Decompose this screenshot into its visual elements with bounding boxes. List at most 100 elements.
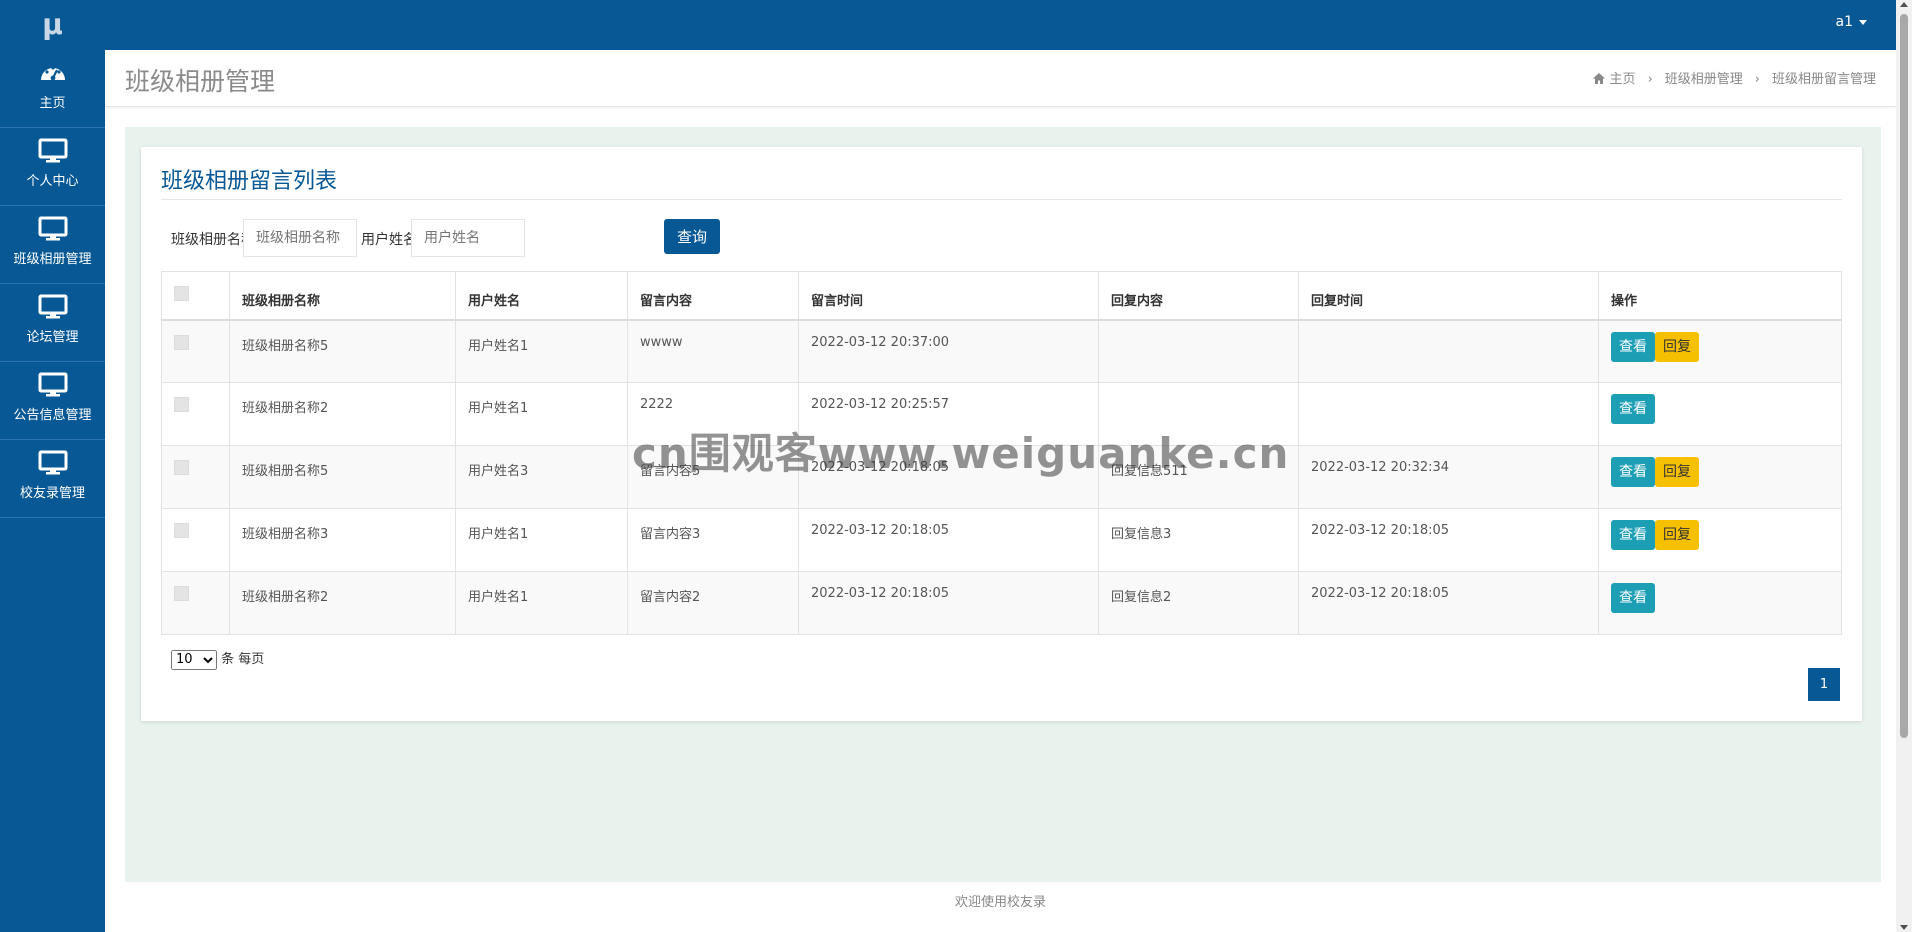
user-name-input[interactable] [411, 219, 525, 257]
app-logo[interactable]: μ [0, 0, 105, 50]
sidebar-item-alumni-management[interactable]: 校友录管理 [0, 440, 105, 518]
sidebar-item-label: 班级相册管理 [13, 252, 92, 267]
sidebar-item-label: 个人中心 [26, 174, 79, 189]
row-checkbox[interactable] [174, 334, 189, 350]
page-size-control: 10 条 每页 [171, 648, 264, 670]
user-name: a1 [1835, 14, 1854, 30]
view-button[interactable]: 查看 [1611, 520, 1655, 550]
user-name-cell: 用户姓名1 [455, 382, 628, 446]
page-size-suffix: 条 每页 [221, 652, 265, 667]
table-row: 班级相册名称3 用户姓名1 留言内容3 2022-03-12 20:18:05 … [161, 508, 1842, 572]
page-button-current[interactable]: 1 [1808, 668, 1840, 701]
divider [161, 199, 1842, 200]
reply-content-cell: 回复信息3 [1098, 508, 1299, 572]
page-header: 班级相册管理 主页 › 班级相册管理 › 班级相册留言管理 [105, 50, 1896, 107]
monitor-icon [38, 450, 67, 475]
scrollbar-thumb[interactable] [1900, 14, 1908, 738]
view-button[interactable]: 查看 [1611, 331, 1655, 362]
album-name-cell: 班级相册名称2 [229, 571, 456, 635]
reply-time-cell: 2022-03-12 20:18:05 [1298, 508, 1599, 572]
comment-time-cell: 2022-03-12 20:37:00 [798, 319, 1099, 383]
column-header: 用户姓名 [455, 271, 628, 321]
chevron-right-icon: › [1754, 72, 1760, 87]
reply-button[interactable]: 回复 [1655, 331, 1699, 362]
monitor-icon [38, 294, 67, 319]
reply-button[interactable]: 回复 [1655, 457, 1699, 487]
actions-cell: 查看 [1598, 382, 1842, 446]
select-all-checkbox[interactable] [174, 286, 189, 301]
album-name-cell: 班级相册名称2 [229, 382, 456, 446]
sidebar-item-label: 论坛管理 [26, 330, 79, 345]
table-row: 班级相册名称2 用户姓名1 留言内容2 2022-03-12 20:18:05 … [161, 571, 1842, 635]
column-header: 班级相册名称 [229, 271, 456, 321]
row-checkbox[interactable] [174, 397, 189, 412]
row-select-cell [161, 382, 230, 446]
album-name-cell: 班级相册名称5 [229, 445, 456, 509]
actions-cell: 查看 [1598, 571, 1842, 635]
chevron-right-icon: › [1647, 72, 1653, 87]
column-header: 回复内容 [1098, 271, 1299, 321]
sidebar: 主页 个人中心 班级相册管理 论坛管理 公告信息管理 校友录管理 [0, 50, 105, 932]
view-button[interactable]: 查看 [1611, 394, 1655, 424]
scroll-up-icon[interactable] [1900, 2, 1908, 7]
column-header: 留言时间 [798, 271, 1099, 321]
reply-button[interactable]: 回复 [1655, 520, 1699, 550]
sidebar-item-home[interactable]: 主页 [0, 50, 105, 128]
breadcrumb-current: 班级相册留言管理 [1771, 72, 1876, 87]
column-header: 操作 [1598, 271, 1842, 321]
sidebar-item-notice-management[interactable]: 公告信息管理 [0, 362, 105, 440]
sidebar-item-profile[interactable]: 个人中心 [0, 128, 105, 206]
card-title: 班级相册留言列表 [161, 169, 338, 194]
row-checkbox[interactable] [174, 523, 189, 538]
scroll-down-icon[interactable] [1900, 925, 1908, 930]
album-name-cell: 班级相册名称5 [229, 319, 456, 383]
reply-content-cell: 回复信息2 [1098, 571, 1299, 635]
top-bar: μ a1 [0, 0, 1912, 50]
column-header: 回复时间 [1298, 271, 1599, 321]
page-size-select[interactable]: 10 [171, 649, 217, 670]
breadcrumb: 主页 › 班级相册管理 › 班级相册留言管理 [1592, 68, 1876, 87]
album-name-input[interactable] [243, 219, 357, 257]
query-button[interactable]: 查询 [664, 219, 720, 254]
user-menu[interactable]: a1 [1835, 0, 1867, 50]
sidebar-item-label: 公告信息管理 [13, 408, 92, 423]
album-name-cell: 班级相册名称3 [229, 508, 456, 572]
monitor-icon [38, 372, 67, 397]
user-name-label: 用户姓名 [361, 232, 417, 248]
user-name-cell: 用户姓名3 [455, 445, 628, 509]
sidebar-item-forum-management[interactable]: 论坛管理 [0, 284, 105, 362]
comment-content-cell: wwww [627, 319, 799, 383]
user-name-cell: 用户姓名1 [455, 571, 628, 635]
vertical-scrollbar[interactable] [1896, 0, 1912, 932]
comment-time-cell: 2022-03-12 20:18:05 [798, 571, 1099, 635]
table-row: 班级相册名称5 用户姓名1 wwww 2022-03-12 20:37:00 查… [161, 319, 1842, 383]
breadcrumb-album-management[interactable]: 班级相册管理 [1665, 72, 1743, 87]
actions-cell: 查看 回复 [1598, 445, 1842, 509]
sidebar-item-label: 主页 [39, 96, 66, 111]
table-header-row: 班级相册名称 用户姓名 留言内容 留言时间 回复内容 回复时间 操作 [161, 271, 1842, 321]
user-name-cell: 用户姓名1 [455, 508, 628, 572]
view-button[interactable]: 查看 [1611, 457, 1655, 487]
reply-content-cell [1098, 319, 1299, 383]
column-header: 留言内容 [627, 271, 799, 321]
view-button[interactable]: 查看 [1611, 583, 1655, 613]
comment-time-cell: 2022-03-12 20:18:05 [798, 508, 1099, 572]
row-select-cell [161, 319, 230, 383]
monitor-icon [38, 216, 67, 241]
select-all-cell [161, 271, 230, 321]
row-checkbox[interactable] [174, 460, 189, 475]
reply-time-cell: 2022-03-12 20:18:05 [1298, 571, 1599, 635]
watermark-text: cn围观客www.weiguanke.cn [632, 429, 1290, 478]
comment-content-cell: 留言内容3 [627, 508, 799, 572]
reply-time-cell: 2022-03-12 20:32:34 [1298, 445, 1599, 509]
page-title: 班级相册管理 [125, 67, 276, 96]
reply-time-cell [1298, 382, 1599, 446]
actions-cell: 查看 回复 [1598, 319, 1842, 383]
row-select-cell [161, 508, 230, 572]
breadcrumb-home[interactable]: 主页 [1610, 72, 1636, 87]
sidebar-item-album-management[interactable]: 班级相册管理 [0, 206, 105, 284]
row-checkbox[interactable] [174, 586, 189, 601]
footer: 欢迎使用校友录 [105, 882, 1896, 932]
caret-down-icon [1859, 19, 1867, 25]
home-icon [1592, 73, 1605, 84]
